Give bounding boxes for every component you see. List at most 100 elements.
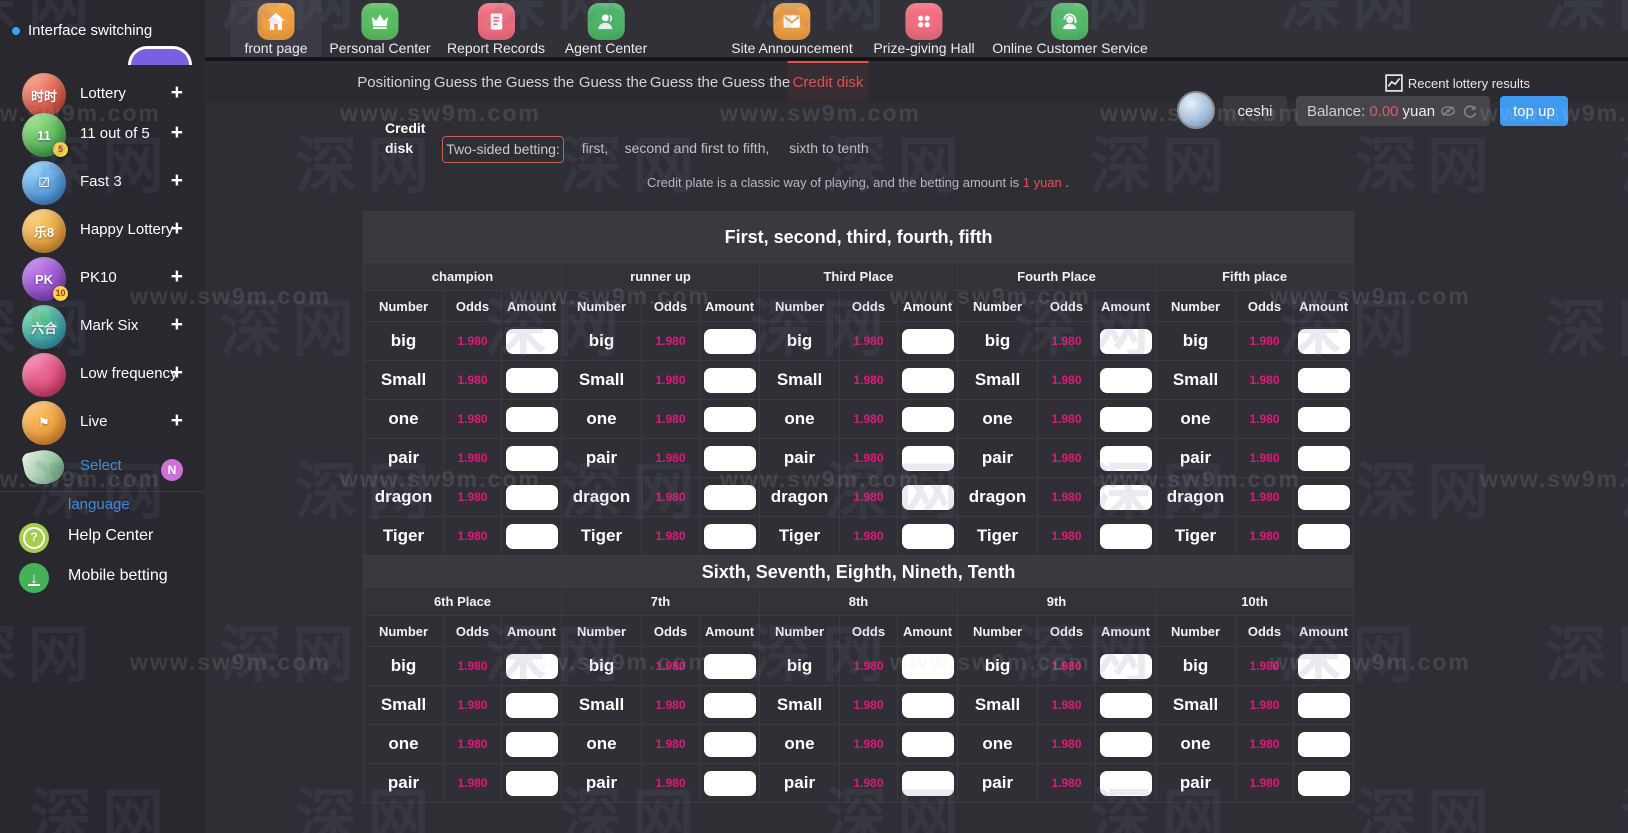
nav-item-personal-center[interactable]: Personal Center [315,0,444,57]
bet-amount-input[interactable] [506,524,558,549]
sidebar-item-help-center[interactable]: ? Help Center [0,521,205,561]
select-language-label-line2[interactable]: language [68,496,130,513]
bet-amount-input[interactable] [704,485,756,510]
subtab-guess-the-2[interactable]: Guess the [501,61,579,101]
bet-amount-input[interactable] [1298,368,1350,393]
sidebar-item-fast-3[interactable]: ⚂Fast 3+ [0,159,205,207]
bet-amount-input[interactable] [902,524,954,549]
nav-item-online-customer-service[interactable]: Online Customer Service [978,0,1162,57]
bet-amount-input[interactable] [506,654,558,679]
mail-icon [773,3,810,40]
bet-amount-input[interactable] [704,446,756,471]
bet-amount-input[interactable] [1298,446,1350,471]
bet-amount-input[interactable] [704,732,756,757]
nav-item-agent-center[interactable]: Agent Center [551,0,662,57]
sidebar-item-happy-lottery[interactable]: 乐8Happy Lottery+ [0,207,205,255]
bet-amount-input[interactable] [506,329,558,354]
sidebar-item-mark-six[interactable]: 六合Mark Six+ [0,303,205,351]
bet-amount-input[interactable] [1298,407,1350,432]
subtab-credit-disk-6[interactable]: Credit disk [788,61,869,101]
bet-amount-input[interactable] [1100,732,1152,757]
bet-amount-input[interactable] [1100,368,1152,393]
eye-off-icon[interactable] [1439,102,1457,120]
bet-amount-input[interactable] [1298,771,1350,796]
top-up-button[interactable]: top up [1500,96,1568,126]
bet-amount-input[interactable] [506,693,558,718]
bet-amount-input[interactable] [1298,693,1350,718]
expand-plus-button[interactable]: + [171,170,183,192]
bet-amount-input[interactable] [1100,485,1152,510]
recent-lottery-results-link[interactable]: Recent lottery results [1385,74,1530,92]
subtab-guess-the-1[interactable]: Guess the [429,61,507,101]
bet-amount-input[interactable] [704,368,756,393]
bet-amount-input[interactable] [704,771,756,796]
two-sided-betting-chip[interactable]: Two-sided betting: [442,136,564,163]
bet-amount-input[interactable] [902,654,954,679]
bet-amount-input[interactable] [902,407,954,432]
bet-amount-input[interactable] [1298,654,1350,679]
bet-amount-input[interactable] [704,654,756,679]
bet-amount-input[interactable] [1298,524,1350,549]
sidebar-item-pk10[interactable]: PK10PK10+ [0,255,205,303]
bet-amount-input[interactable] [704,524,756,549]
group-header-fourth-place: Fourth Place [958,263,1156,291]
bet-amount-input[interactable] [1100,524,1152,549]
expand-plus-button[interactable]: + [171,362,183,384]
bet-amount-input[interactable] [506,485,558,510]
bet-amount-input[interactable] [902,485,954,510]
nav-item-prize-giving-hall[interactable]: Prize-giving Hall [859,0,988,57]
bet-amount-input[interactable] [506,771,558,796]
sidebar-item-select-language[interactable]: Select N [0,446,205,490]
bet-option-first[interactable]: first, [582,140,608,156]
bet-amount-input[interactable] [902,329,954,354]
expand-plus-button[interactable]: + [171,122,183,144]
nav-item-report-records[interactable]: Report Records [433,0,559,57]
subtab-positioning-0[interactable]: Positioning [352,61,435,101]
sidebar-item-low-frequency[interactable]: Low frequency+ [0,351,205,399]
bet-amount-input[interactable] [506,446,558,471]
bet-amount-input[interactable] [1298,329,1350,354]
expand-plus-button[interactable]: + [171,410,183,432]
user-avatar[interactable] [1177,91,1215,129]
bet-amount-input[interactable] [506,407,558,432]
bet-amount-input[interactable] [902,693,954,718]
bet-amount-input[interactable] [902,368,954,393]
odds-cell: 1.980 [1236,517,1294,556]
expand-plus-button[interactable]: + [171,82,183,104]
bet-amount-input[interactable] [902,446,954,471]
group-header-champion: champion [364,263,562,291]
nav-item-site-announcement[interactable]: Site Announcement [717,0,866,57]
bet-amount-input[interactable] [506,368,558,393]
sidebar-item-11-out-of-5[interactable]: 11511 out of 5+ [0,111,205,159]
bet-amount-input[interactable] [1100,446,1152,471]
bet-amount-input[interactable] [1100,329,1152,354]
bet-amount-input[interactable] [1100,693,1152,718]
bet-amount-input[interactable] [1298,485,1350,510]
subtab-guess-the-5[interactable]: Guess the [717,61,795,101]
bet-name-cell: one [364,725,444,764]
bet-option-second-to-fifth[interactable]: second and first to fifth, [625,140,770,156]
subtab-guess-the-3[interactable]: Guess the [574,61,652,101]
odds-cell: 1.980 [1236,647,1294,686]
bet-amount-input[interactable] [704,693,756,718]
sidebar-item-live[interactable]: ⚑Live+ [0,399,205,447]
bet-amount-input[interactable] [1100,654,1152,679]
refresh-icon[interactable] [1461,102,1479,120]
expand-plus-button[interactable]: + [171,314,183,336]
bet-amount-input[interactable] [902,732,954,757]
betting-table-first-to-fifth: First, second, third, fourth, fifthchamp… [363,211,1354,556]
expand-plus-button[interactable]: + [171,266,183,288]
bet-amount-input[interactable] [902,771,954,796]
bet-amount-input[interactable] [704,329,756,354]
bet-amount-input[interactable] [506,732,558,757]
sidebar-item-mobile-betting[interactable]: ↓ Mobile betting [0,561,205,601]
bet-amount-input[interactable] [1100,407,1152,432]
expand-plus-button[interactable]: + [171,218,183,240]
bet-option-sixth-to-tenth[interactable]: sixth to tenth [789,140,868,156]
bet-amount-input[interactable] [1100,771,1152,796]
nav-item-front-page[interactable]: front page [230,0,321,57]
subtab-guess-the-4[interactable]: Guess the [645,61,723,101]
bet-amount-input[interactable] [1298,732,1350,757]
bet-amount-input[interactable] [704,407,756,432]
bet-name-cell: big [958,647,1038,686]
